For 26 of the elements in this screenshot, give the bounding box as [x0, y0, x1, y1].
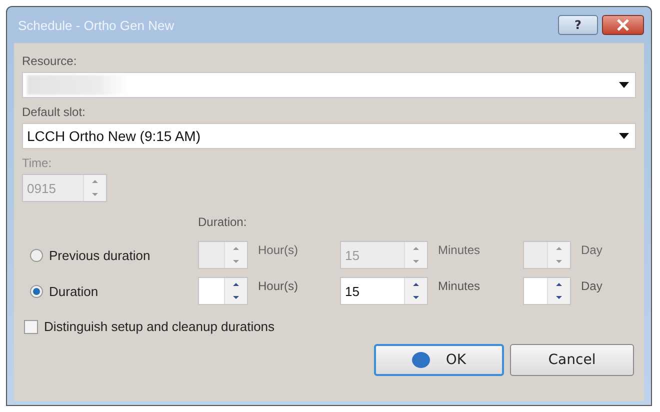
- field-label: Time:: [22, 156, 53, 170]
- unit-label: Minutes: [437, 279, 482, 293]
- close-button[interactable]: [602, 15, 644, 35]
- ball-icon: [412, 352, 430, 368]
- distinguish-checkbox[interactable]: Distinguish setup and cleanup durations: [22, 319, 275, 334]
- field-label: Default slot:: [22, 105, 86, 119]
- dropdown-arrow-icon[interactable]: [619, 133, 629, 139]
- window-title: Schedule - Ortho Gen New: [17, 18, 174, 32]
- close-icon: [616, 19, 630, 31]
- slot-dropdown[interactable]: LCCH Ortho New (9:15 AM): [22, 123, 636, 149]
- duration-label: Duration:: [198, 215, 247, 229]
- dialog-button[interactable]: Cancel: [510, 344, 634, 376]
- unit-label: Minutes: [437, 243, 482, 257]
- dialog-button[interactable]: OK: [374, 344, 504, 376]
- unit-label: Hour(s): [257, 279, 300, 293]
- number-spinner[interactable]: 15: [340, 277, 428, 305]
- unit-label: Hour(s): [257, 243, 300, 257]
- dropdown-arrow-icon[interactable]: [619, 82, 629, 88]
- field-label: Resource:: [22, 54, 78, 68]
- radio-circle-icon[interactable]: [30, 284, 43, 298]
- radio-option[interactable]: Duration: [22, 284, 198, 298]
- radio-circle-icon[interactable]: [30, 248, 43, 262]
- unit-label: Day: [580, 279, 604, 293]
- help-button[interactable]: ?: [558, 15, 598, 35]
- radio-option[interactable]: Previous duration: [22, 248, 198, 262]
- unit-label: Day: [580, 243, 604, 257]
